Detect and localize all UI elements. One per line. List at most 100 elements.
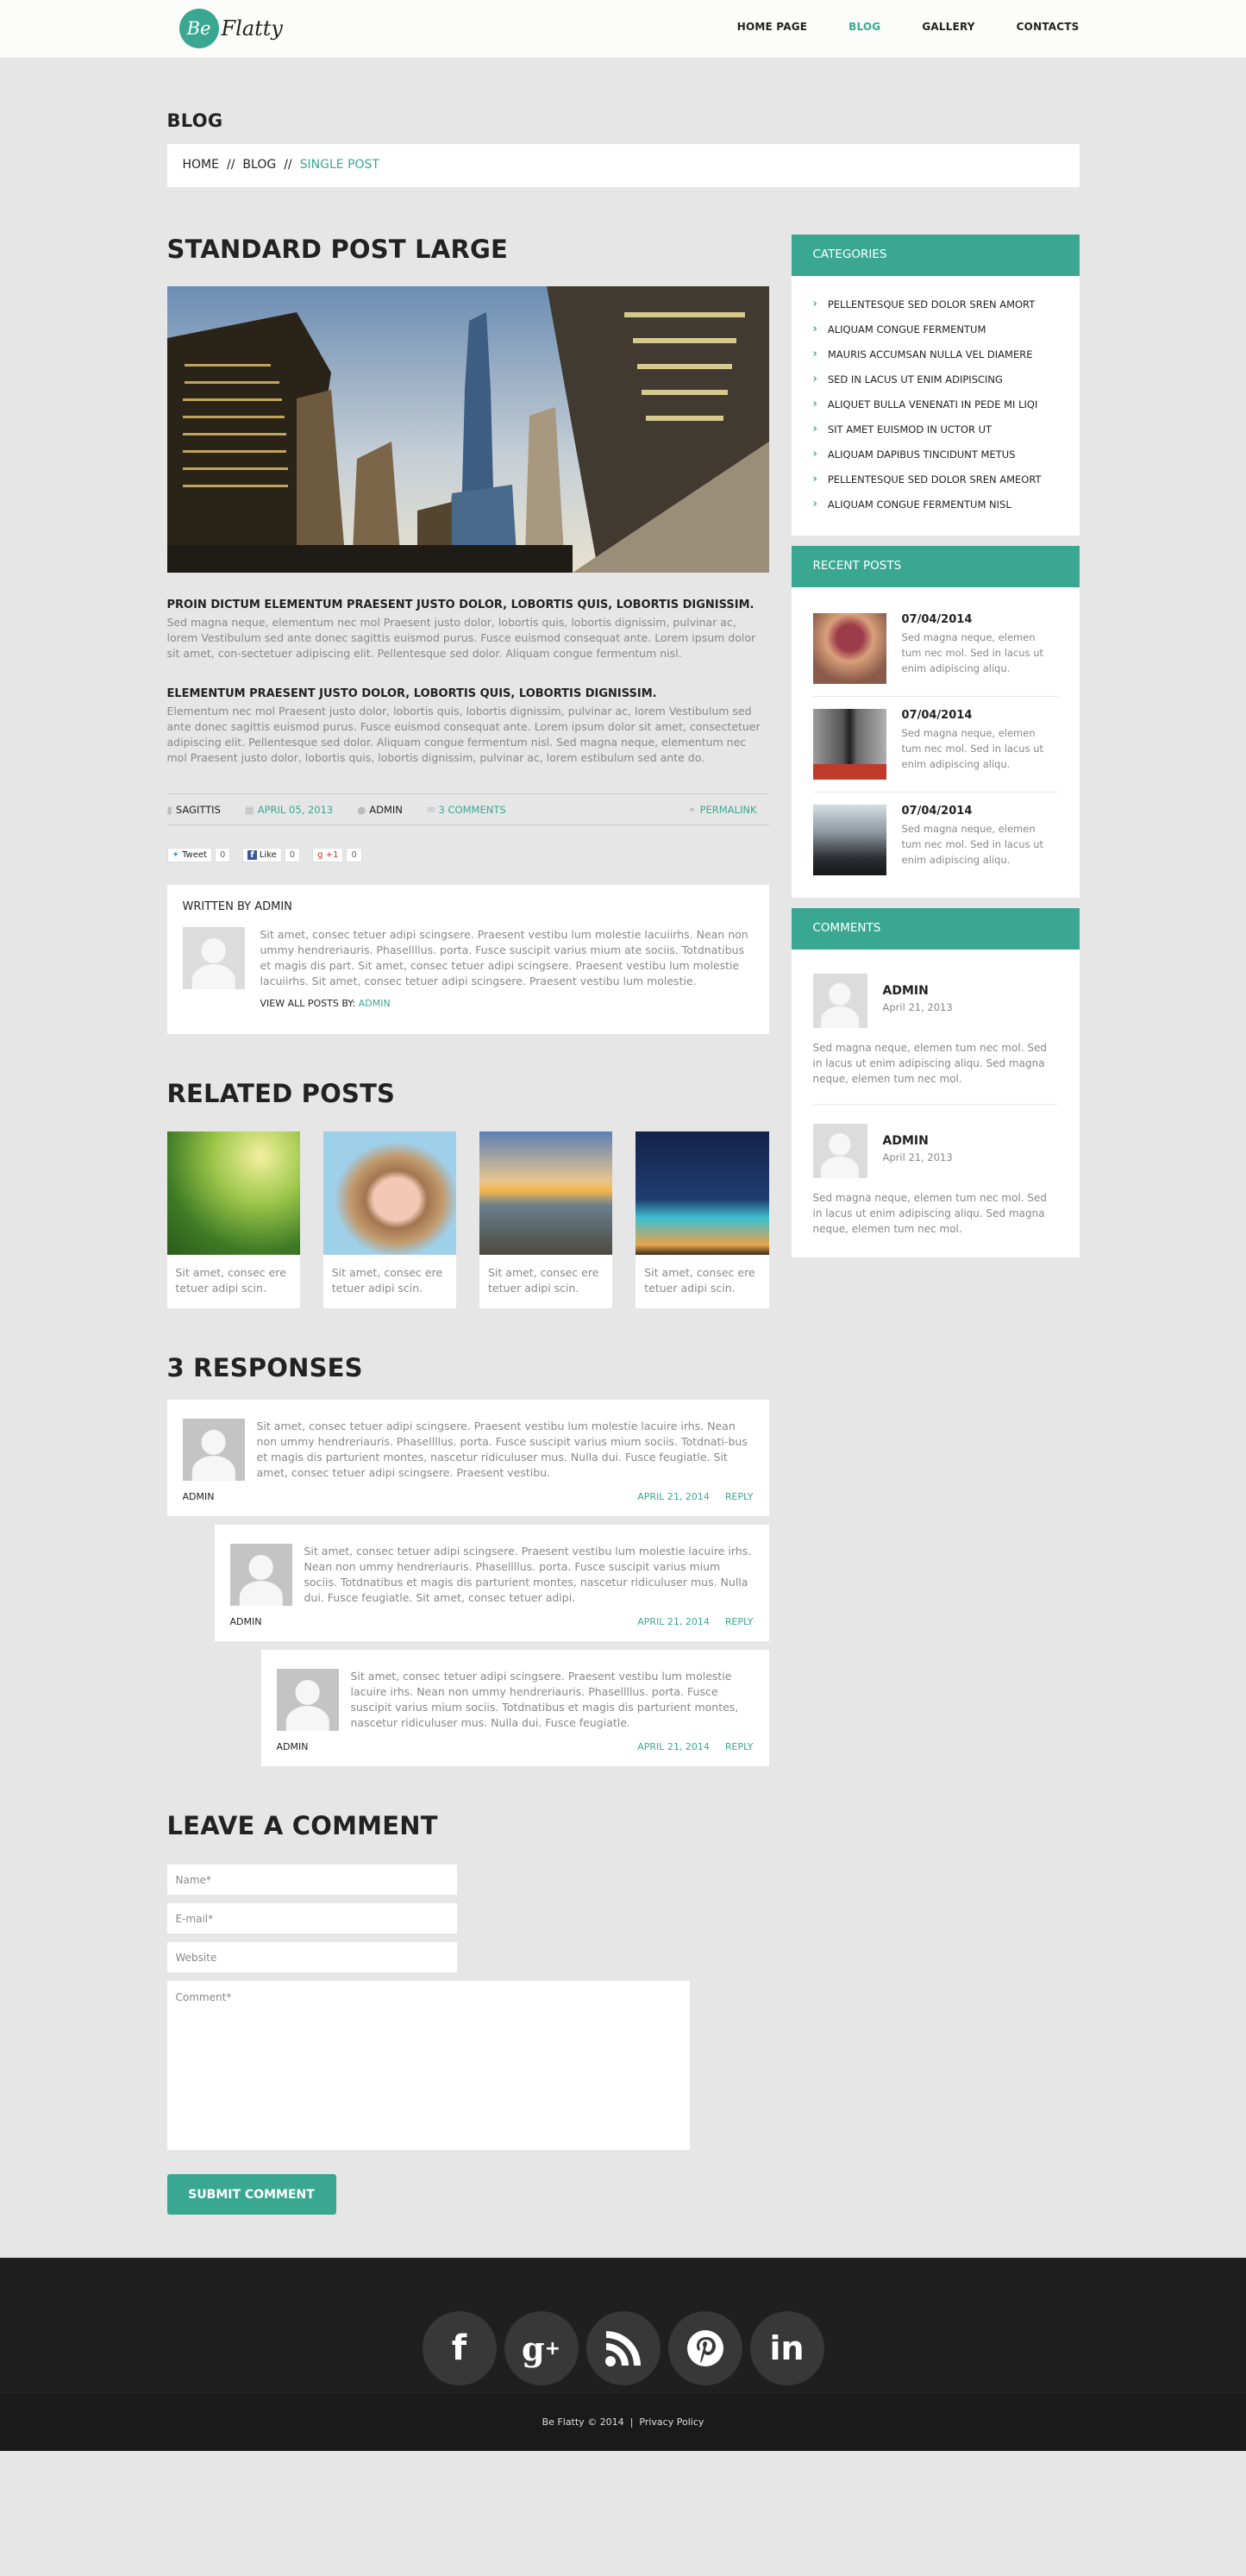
tweet-button[interactable]: ✦ Tweet 0 (166, 848, 231, 862)
chevron-right-icon: › (812, 448, 817, 461)
post-date-label: APRIL 05, 2013 (257, 803, 334, 816)
post-tag[interactable]: ▮ SAGITTIS (167, 804, 233, 816)
category-label: PELLENTESQUE SED DOLOR SREN AMEORT (827, 473, 1042, 486)
related-post-image-portrait (322, 1131, 456, 1255)
related-post-image-night-city (636, 1131, 769, 1255)
related-post-card[interactable]: Sit amet, consec ere tetuer adipi scin. (479, 1131, 613, 1308)
recent-posts-widget: RECENT POSTS 07/04/2014 Sed magna neque, … (791, 546, 1080, 898)
category-item[interactable]: › PELLENTESQUE SED DOLOR SREN AMORT (813, 291, 1058, 317)
logo[interactable]: Be Flatty (178, 9, 283, 48)
related-post-card[interactable]: Sit amet, consec ere tetuer adipi scin. (636, 1131, 769, 1308)
recent-post-text: Sed magna neque, elemen tum nec mol. Sed… (901, 727, 1044, 770)
category-label: ALIQUAM CONGUE FERMENTUM NISL (827, 498, 1011, 511)
facebook-like-button[interactable]: f Like 0 (242, 848, 301, 862)
category-item[interactable]: › ALIQUAM DAPIBUS TINCIDUNT METUS (813, 442, 1058, 467)
copyright-bar: Be Flatty © 2014 | Privacy Policy (0, 2392, 1246, 2451)
commenter-name: ADMIN (882, 984, 929, 998)
response-text: Sit amet, consec tetuer adipi scingsere.… (304, 1545, 752, 1604)
pinterest-icon[interactable] (667, 2311, 742, 2385)
related-post-card[interactable]: Sit amet, consec ere tetuer adipi scin. (166, 1131, 300, 1308)
submit-comment-button[interactable]: SUBMIT COMMENT (166, 2174, 336, 2215)
website-field[interactable] (166, 1942, 457, 1972)
category-label: ALIQUAM DAPIBUS TINCIDUNT METUS (827, 448, 1016, 461)
chevron-right-icon: › (812, 473, 817, 486)
category-item[interactable]: › MAURIS ACCUMSAN NULLA VEL DIAMERE (813, 342, 1058, 367)
google-icon: g (317, 850, 323, 860)
post-title: STANDARD POST LARGE (166, 235, 508, 264)
author-avatar (182, 927, 245, 989)
reply-link[interactable]: REPLY (725, 1741, 754, 1752)
recent-posts-title: RECENT POSTS (791, 546, 1080, 587)
recent-post-text: Sed magna neque, elemen tum nec mol. Sed… (901, 631, 1044, 674)
breadcrumb-home[interactable]: HOME (183, 158, 219, 172)
email-field[interactable] (166, 1903, 457, 1934)
category-item[interactable]: › ALIQUAM CONGUE FERMENTUM (813, 317, 1058, 342)
article-heading: ELEMENTUM PRAESENT JUSTO DOLOR, LOBORTIS… (166, 687, 657, 700)
facebook-icon: f (247, 850, 257, 860)
post-author-label: ADMIN (369, 803, 403, 816)
nav-blog[interactable]: BLOG (848, 21, 880, 33)
link-icon: ⚭ (687, 803, 697, 816)
facebook-icon[interactable]: f (422, 2311, 497, 2385)
rss-icon[interactable] (585, 2311, 661, 2385)
recent-post-thumb-city (812, 805, 886, 875)
breadcrumb-blog[interactable]: BLOG (242, 158, 276, 172)
post-hero-image (166, 286, 769, 573)
article-paragraph: Elementum nec mol Praesent justo dolor, … (166, 705, 761, 764)
tweet-label: Tweet (182, 850, 207, 860)
comment-text: Sed magna neque, elemen tum nec mol. Sed… (812, 1192, 1048, 1235)
response-item: Sit amet, consec tetuer adipi scingsere.… (214, 1525, 769, 1641)
recent-post-item[interactable]: 07/04/2014 Sed magna neque, elemen tum ne… (812, 793, 1058, 887)
plus-one-count: 0 (346, 848, 362, 862)
response-text: Sit amet, consec tetuer adipi scingsere.… (256, 1420, 748, 1479)
copyright-text: Be Flatty © 2014 (542, 2416, 624, 2428)
breadcrumb-separator: // (284, 158, 292, 172)
nav-gallery[interactable]: GALLERY (922, 21, 974, 33)
related-post-card[interactable]: Sit amet, consec ere tetuer adipi scin. (322, 1131, 456, 1308)
linkedin-icon[interactable]: in (749, 2311, 824, 2385)
nav-contacts[interactable]: CONTACTS (1017, 21, 1080, 33)
commenter-name: ADMIN (882, 1134, 929, 1148)
category-label: PELLENTESQUE SED DOLOR SREN AMORT (827, 298, 1036, 310)
tweet-count: 0 (214, 848, 231, 862)
sidebar-comment: ADMIN April 21, 2013 Sed magna neque, ele… (812, 1124, 1058, 1237)
social-links: f g + in (0, 2258, 1246, 2385)
chevron-right-icon: › (812, 423, 817, 436)
post-comments-link[interactable]: ✉ 3 COMMENTS (427, 804, 518, 816)
view-all-posts-link[interactable]: ADMIN (359, 998, 391, 1009)
privacy-policy-link[interactable]: Privacy Policy (639, 2416, 704, 2428)
category-item[interactable]: › PELLENTESQUE SED DOLOR SREN AMEORT (813, 467, 1058, 492)
comments-title: COMMENTS (791, 908, 1080, 950)
related-post-image-coast (479, 1131, 613, 1255)
rss-glyph (604, 2331, 641, 2366)
google-plus-icon[interactable]: g + (504, 2311, 579, 2385)
related-post-image-fern (166, 1131, 300, 1255)
post-meta-bar: ▮ SAGITTIS ▦ APRIL 05, 2013 ● ADMIN ✉ 3 COMM… (166, 793, 769, 825)
related-posts-title: RELATED POSTS (166, 1079, 396, 1108)
recent-post-item[interactable]: 07/04/2014 Sed magna neque, elemen tum ne… (812, 601, 1058, 697)
recent-post-text: Sed magna neque, elemen tum nec mol. Sed… (901, 823, 1044, 866)
google-plus-button[interactable]: g +1 0 (312, 848, 362, 862)
response-avatar (276, 1669, 339, 1731)
category-item[interactable]: › ALIQUAM CONGUE FERMENTUM NISL (813, 492, 1058, 517)
twitter-bird-icon: ✦ (172, 850, 179, 860)
name-field[interactable] (166, 1865, 457, 1895)
post-author[interactable]: ● ADMIN (357, 804, 415, 816)
response-author: ADMIN (276, 1741, 309, 1752)
category-item[interactable]: › SIT AMET EUISMOD IN UCTOR UT (813, 417, 1058, 442)
category-item[interactable]: › SED IN LACUS UT ENIM ADIPISCING (813, 367, 1058, 392)
recent-post-thumb-shopping (812, 709, 886, 780)
footer: f g + in Be Flatty © 2014 | Privacy Polic… (0, 2258, 1246, 2451)
share-buttons: ✦ Tweet 0 f Like 0 g +1 0 (166, 848, 769, 862)
nav-home-page[interactable]: HOME PAGE (737, 21, 807, 33)
chevron-right-icon: › (812, 348, 817, 360)
recent-post-thumb-heart-tree (812, 613, 886, 684)
reply-link[interactable]: REPLY (725, 1616, 754, 1627)
recent-post-item[interactable]: 07/04/2014 Sed magna neque, elemen tum ne… (812, 697, 1058, 793)
comment-textarea[interactable] (166, 1981, 690, 2150)
post-date[interactable]: ▦ APRIL 05, 2013 (245, 804, 345, 816)
main-content: STANDARD POST LARGE PROIN DICTUM ELEMENT… (166, 235, 769, 2215)
permalink[interactable]: ⚭ PERMALINK (688, 804, 769, 816)
reply-link[interactable]: REPLY (725, 1491, 754, 1502)
category-item[interactable]: › ALIQUET BULLA VENENATI IN PEDE MI LIQI (813, 392, 1058, 417)
